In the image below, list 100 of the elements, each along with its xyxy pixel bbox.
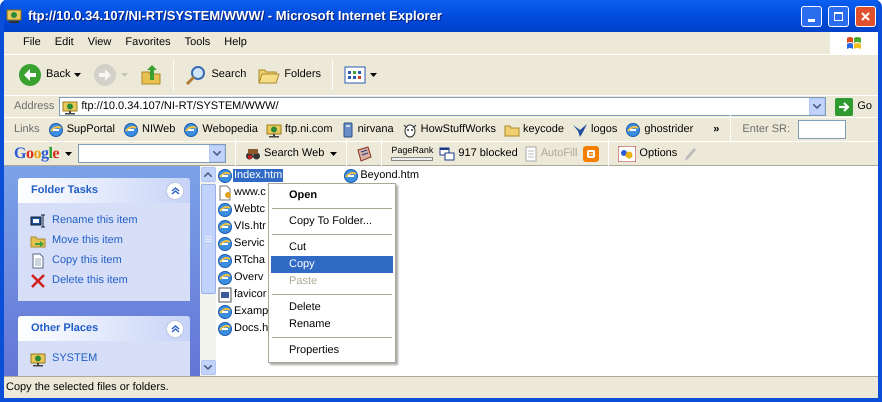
- link-button[interactable]: ghostrider: [625, 122, 694, 138]
- windows-icon: [439, 146, 456, 160]
- link-button[interactable]: NIWeb: [123, 122, 176, 138]
- link-button[interactable]: SupPortal: [48, 122, 115, 138]
- menu-item[interactable]: Edit: [48, 34, 81, 52]
- news-icon: [356, 146, 372, 162]
- folders-button[interactable]: Folders: [254, 62, 326, 88]
- window-title: ftp://10.0.34.107/NI-RT/SYSTEM/WWW/ - Microsoft Internet Explorer: [28, 8, 443, 24]
- dropdown-button[interactable]: [809, 98, 826, 115]
- chevron-up-icon: [170, 324, 180, 333]
- panel-title: Folder Tasks: [31, 184, 98, 198]
- search-icon: [185, 64, 208, 86]
- address-field[interactable]: ftp://10.0.34.107/NI-RT/SYSTEM/WWW/: [59, 97, 826, 116]
- document-icon: [217, 184, 233, 200]
- globe-icon: [217, 304, 233, 320]
- bird-icon: [572, 122, 588, 138]
- options-button[interactable]: Options: [618, 146, 678, 162]
- menu-item[interactable]: Properties: [271, 342, 393, 359]
- menu-item[interactable]: View: [80, 34, 118, 52]
- globe-icon: [217, 218, 233, 234]
- grip-icon: [204, 236, 212, 242]
- globe-icon: [48, 122, 64, 138]
- file-name[interactable]: Overv: [233, 270, 264, 284]
- file-name[interactable]: RTcha: [233, 254, 266, 268]
- globe-icon: [217, 236, 233, 252]
- menu-item[interactable]: Tools: [178, 34, 218, 52]
- file-name[interactable]: Webtc: [233, 202, 266, 216]
- menu-item[interactable]: Open: [271, 187, 393, 204]
- network-folder-icon: [62, 98, 78, 114]
- flag-logo-icon: [845, 35, 863, 51]
- options-icon: [618, 146, 636, 162]
- collapse-button[interactable]: [166, 182, 184, 200]
- chevron-down-icon: [213, 151, 222, 156]
- link-button[interactable]: Webopedia: [183, 122, 258, 138]
- link-button[interactable]: HowStuffWorks: [402, 122, 496, 138]
- task-link[interactable]: SYSTEM: [30, 350, 180, 367]
- caret-icon: [370, 73, 378, 77]
- scroll-thumb[interactable]: [200, 184, 216, 294]
- task-link[interactable]: Move this item: [30, 232, 180, 249]
- menu-item[interactable]: Help: [217, 34, 254, 52]
- close-icon: [860, 10, 871, 22]
- menu-item[interactable]: File: [16, 34, 48, 52]
- file-name[interactable]: Docs.h: [233, 322, 270, 336]
- file-name[interactable]: VIs.htr: [233, 220, 267, 234]
- network-folder-icon: [30, 350, 46, 366]
- file-name[interactable]: Examp: [233, 304, 270, 318]
- link-button[interactable]: keycode: [504, 122, 564, 138]
- sr-input-field[interactable]: [798, 120, 846, 139]
- search-web-button[interactable]: Search Web: [245, 146, 324, 162]
- up-folder-icon: [140, 64, 162, 86]
- sr-label: Enter SR:: [742, 122, 790, 136]
- globe-icon: [625, 122, 642, 138]
- pagerank-meter: PageRank: [391, 146, 434, 161]
- menu-item[interactable]: Copy: [271, 256, 393, 273]
- link-button[interactable]: ftp.ni.com: [266, 122, 333, 138]
- menu-item[interactable]: Delete: [271, 299, 393, 316]
- link-button[interactable]: logos: [572, 122, 618, 138]
- computer-icon: [340, 122, 355, 138]
- caret-icon: [330, 152, 338, 156]
- network-folder-icon: [266, 122, 282, 138]
- link-button[interactable]: nirvana: [340, 122, 394, 138]
- back-button[interactable]: Back: [14, 61, 86, 89]
- dropdown-button[interactable]: [209, 145, 226, 162]
- chevron-up-icon: [204, 172, 212, 177]
- menu-item[interactable]: Favorites: [118, 34, 178, 52]
- file-name[interactable]: Servic: [233, 236, 266, 250]
- scroll-down-button[interactable]: [200, 360, 216, 375]
- pencil-icon: [683, 146, 698, 162]
- search-button[interactable]: Search: [181, 62, 250, 88]
- task-link[interactable]: Rename this item: [30, 212, 180, 229]
- globe-icon: [217, 320, 233, 336]
- blog-icon: [583, 146, 600, 162]
- minimize-button[interactable]: [801, 6, 822, 26]
- go-button[interactable]: Go: [831, 98, 878, 116]
- more-links-button[interactable]: »: [713, 122, 720, 136]
- collapse-button[interactable]: [166, 320, 184, 338]
- status-text: Copy the selected files or folders.: [6, 380, 169, 394]
- maximize-icon: [833, 10, 844, 22]
- task-link[interactable]: Delete this item: [30, 272, 180, 289]
- menu-item[interactable]: Copy To Folder...: [271, 213, 393, 230]
- maximize-button[interactable]: [828, 6, 849, 26]
- caret-icon: [65, 152, 72, 156]
- file-name[interactable]: Beyond.htm: [359, 168, 420, 182]
- menu-item[interactable]: Cut: [271, 239, 393, 256]
- file-name[interactable]: favicor: [233, 288, 268, 302]
- chevron-down-icon: [813, 104, 822, 109]
- rename-icon: [30, 212, 46, 228]
- close-button[interactable]: [855, 6, 876, 26]
- google-search-field[interactable]: [78, 144, 226, 163]
- file-name[interactable]: Index.htm: [233, 168, 284, 182]
- menu-item[interactable]: Rename: [271, 316, 393, 333]
- google-logo[interactable]: Google: [14, 144, 60, 164]
- task-link[interactable]: Copy this item: [30, 252, 180, 269]
- scroll-up-button[interactable]: [200, 167, 216, 182]
- popup-blocker-button[interactable]: 917 blocked: [439, 146, 518, 160]
- file-name[interactable]: www.c: [233, 186, 267, 200]
- globe-icon: [123, 122, 139, 138]
- caret-icon: [74, 73, 82, 77]
- creature-icon: [402, 122, 418, 138]
- chevron-up-icon: [170, 186, 180, 195]
